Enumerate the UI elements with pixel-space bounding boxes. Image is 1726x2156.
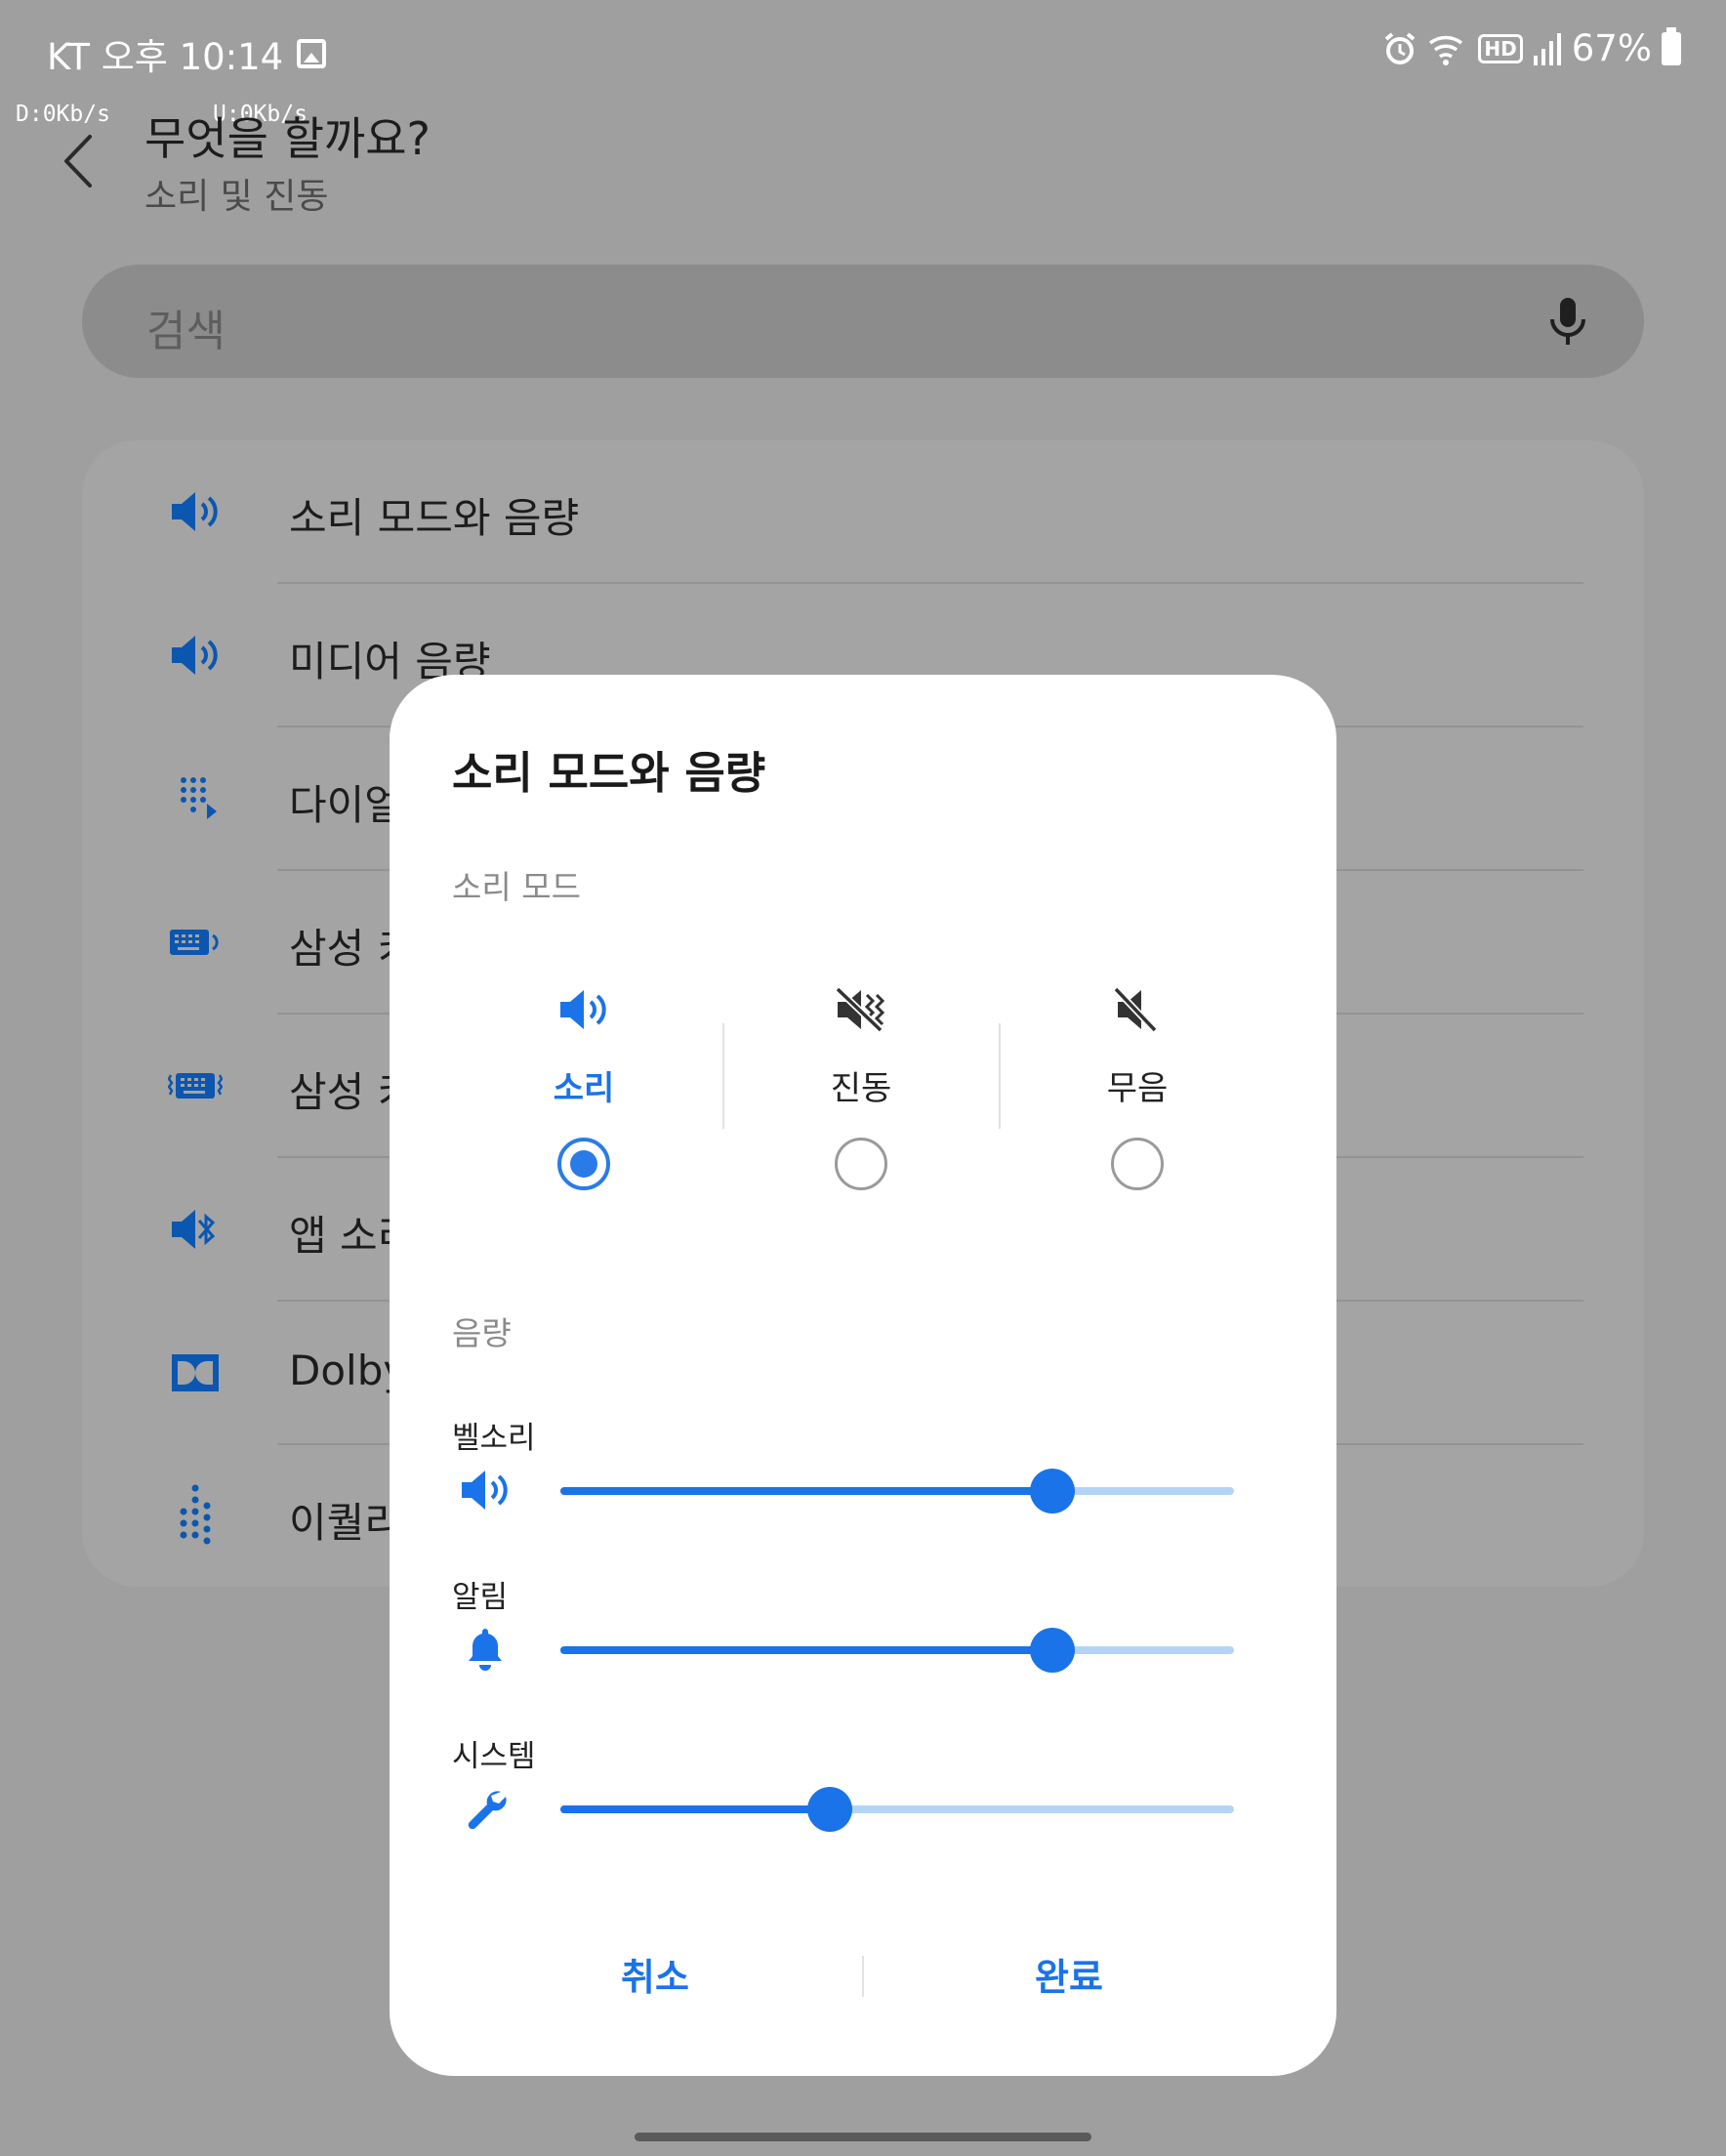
dolby-icon [172, 1354, 219, 1391]
cancel-button[interactable]: 취소 [509, 1947, 801, 2001]
notification-slider[interactable] [560, 1628, 1234, 1673]
list-item-label: 소리 모드와 음량 [289, 494, 580, 542]
battery-icon [1662, 26, 1681, 65]
button-divider [862, 1956, 864, 1997]
sound-icon [560, 990, 606, 1029]
volume-icon [172, 636, 218, 675]
keyboard-sound-icon [170, 930, 219, 955]
slider-fill [560, 1805, 830, 1813]
list-item-label: 이퀄리 [289, 1499, 402, 1547]
dialpad-icon [181, 777, 217, 819]
ringtone-slider[interactable] [560, 1469, 1234, 1513]
status-bar: KT 오후 10:14 HD 67% [0, 0, 1726, 98]
download-speed: D:0Kb/s [16, 102, 110, 127]
equalizer-icon [180, 1484, 211, 1545]
alarm-icon [1385, 31, 1416, 64]
status-right: HD 67% [1382, 26, 1681, 69]
page-subtitle: 소리 및 진동 [144, 177, 329, 217]
keyboard-vibration-icon [168, 1073, 223, 1099]
volume-ringtone: 벨소리 [390, 1413, 1336, 1559]
mode-sound[interactable]: 소리 [446, 985, 721, 1220]
mode-mute[interactable]: 무음 [1000, 985, 1275, 1220]
dialog-title: 소리 모드와 음량 [452, 747, 766, 799]
wrench-icon [468, 1791, 507, 1830]
slider-thumb[interactable] [807, 1787, 852, 1832]
hd-voice-icon: HD [1478, 33, 1523, 63]
mode-vibrate-radio[interactable] [835, 1138, 887, 1190]
volume-icon [172, 492, 218, 531]
mode-label: 소리 [553, 1069, 615, 1108]
mic-icon[interactable] [1541, 294, 1595, 349]
sound-mode-dialog: 소리 모드와 음량 소리 모드 소리 진동 무음 음량 벨소리 알림 시스템 취… [390, 675, 1336, 2076]
list-item[interactable]: 소리 모드와 음량 [82, 440, 1644, 584]
back-button[interactable] [57, 127, 105, 195]
mute-icon [1113, 986, 1158, 1033]
ringtone-icon [462, 1471, 508, 1510]
wifi-icon [1429, 35, 1463, 65]
list-item-label: 다이얼 [289, 781, 402, 829]
volume-system: 시스템 [390, 1731, 1336, 1878]
mode-label: 무음 [1106, 1069, 1169, 1108]
slider-fill [560, 1487, 1052, 1495]
mode-sound-radio[interactable] [557, 1138, 610, 1190]
carrier-time: KT 오후 10:14 [47, 36, 284, 78]
status-left: KT 오후 10:14 [47, 27, 327, 80]
volume-section-label: 음량 [452, 1314, 512, 1352]
system-slider[interactable] [560, 1787, 1234, 1832]
image-notification-icon [297, 39, 327, 68]
sound-mode-section-label: 소리 모드 [452, 868, 581, 906]
home-indicator[interactable] [635, 2133, 1091, 2141]
bell-icon [469, 1629, 502, 1671]
search-input[interactable]: 검색 [146, 296, 226, 358]
page-title: 무엇을 할까요? [144, 112, 431, 165]
done-button[interactable]: 완료 [923, 1947, 1215, 2001]
signal-icon [1533, 32, 1561, 65]
mode-label: 진동 [830, 1069, 892, 1108]
search-bar[interactable]: 검색 [82, 265, 1644, 378]
slider-thumb[interactable] [1029, 1628, 1075, 1673]
battery-percent: 67% [1571, 27, 1652, 69]
mode-mute-radio[interactable] [1111, 1138, 1164, 1190]
bluetooth-volume-icon [172, 1210, 216, 1249]
screen: KT 오후 10:14 HD 67% D:0Kb/s U:0Kb/s 무엇을 할… [0, 0, 1726, 2156]
vibrate-icon [835, 986, 885, 1033]
volume-label: 알림 [452, 1580, 509, 1615]
slider-fill [560, 1646, 1052, 1654]
volume-notification: 알림 [390, 1572, 1336, 1719]
mode-vibrate[interactable]: 진동 [723, 985, 999, 1220]
slider-thumb[interactable] [1029, 1469, 1075, 1513]
volume-label: 시스템 [452, 1739, 536, 1774]
volume-label: 벨소리 [452, 1421, 536, 1456]
